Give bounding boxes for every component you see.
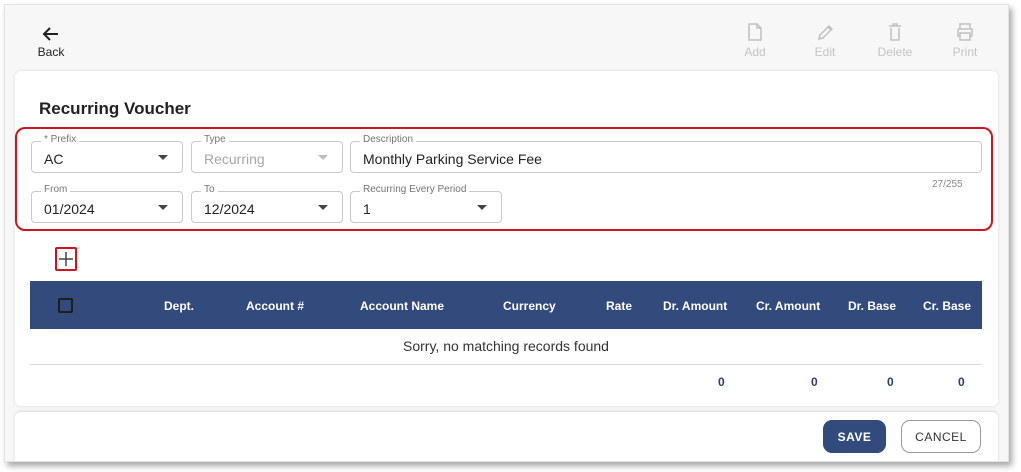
to-value: 12/2024 (204, 201, 255, 217)
recurring-period-label: Recurring Every Period (360, 184, 470, 196)
app-window: Back Add Edit Delete Print Recurring Vou… (4, 4, 1009, 462)
total-cr-base: 0 (958, 375, 965, 389)
total-cr-amount: 0 (811, 375, 818, 389)
description-value: Monthly Parking Service Fee (363, 151, 542, 167)
from-value: 01/2024 (44, 201, 95, 217)
back-button[interactable]: Back (33, 25, 69, 59)
top-toolbar: Back Add Edit Delete Print (5, 5, 1008, 71)
type-value: Recurring (204, 151, 265, 167)
column-header-rate[interactable]: Rate (606, 299, 632, 313)
chevron-down-icon (318, 205, 328, 210)
print-label: Print (952, 45, 978, 59)
delete-label: Delete (877, 45, 913, 59)
delete-button[interactable]: Delete (873, 23, 917, 59)
column-header-cr-amount[interactable]: Cr. Amount (756, 299, 820, 313)
prefix-select[interactable]: * Prefix AC (31, 134, 183, 173)
description-field[interactable]: Description Monthly Parking Service Fee (350, 134, 982, 173)
file-icon (748, 23, 762, 41)
table-header: Dept. Account # Account Name Currency Ra… (30, 281, 982, 329)
edit-button[interactable]: Edit (803, 23, 847, 59)
prefix-label: * Prefix (41, 134, 80, 146)
from-label: From (41, 184, 71, 196)
voucher-card: Recurring Voucher * Prefix AC Type Recur… (15, 71, 998, 406)
prefix-value: AC (44, 151, 64, 167)
chevron-down-icon (158, 155, 168, 160)
total-dr-amount: 0 (718, 375, 725, 389)
total-dr-base: 0 (887, 375, 894, 389)
form-highlight-box: * Prefix AC Type Recurring Description M… (15, 127, 993, 231)
to-label: To (201, 184, 218, 196)
plus-icon (59, 252, 73, 266)
add-button[interactable]: Add (733, 23, 777, 59)
to-select[interactable]: To 12/2024 (191, 184, 343, 223)
type-select: Type Recurring (191, 134, 343, 173)
type-label: Type (201, 134, 229, 146)
chevron-down-icon (477, 205, 487, 210)
back-label: Back (37, 45, 65, 59)
from-select[interactable]: From 01/2024 (31, 184, 183, 223)
select-all-checkbox[interactable] (58, 298, 73, 313)
column-header-currency[interactable]: Currency (503, 299, 556, 313)
column-header-dept[interactable]: Dept. (164, 299, 194, 313)
chevron-down-icon (318, 155, 328, 160)
add-row-button[interactable] (55, 247, 77, 271)
printer-icon (957, 23, 973, 41)
cancel-button[interactable]: CANCEL (901, 420, 981, 453)
add-label: Add (744, 45, 766, 59)
edit-label: Edit (814, 45, 836, 59)
column-header-dr-amount[interactable]: Dr. Amount (663, 299, 727, 313)
chevron-down-icon (158, 205, 168, 210)
pencil-icon (817, 24, 833, 41)
trash-icon (889, 23, 901, 41)
column-header-dr-base[interactable]: Dr. Base (848, 299, 896, 313)
save-button[interactable]: SAVE (823, 420, 886, 453)
arrow-left-icon (33, 25, 69, 43)
column-header-account-name[interactable]: Account Name (360, 299, 444, 313)
empty-table-message: Sorry, no matching records found (403, 338, 609, 354)
table-divider (30, 364, 982, 365)
recurring-period-value: 1 (363, 201, 371, 217)
description-char-counter: 27/255 (932, 179, 963, 190)
description-label: Description (360, 134, 417, 146)
column-header-cr-base[interactable]: Cr. Base (923, 299, 971, 313)
print-button[interactable]: Print (943, 23, 987, 59)
page-title: Recurring Voucher (39, 99, 191, 118)
column-header-account-number[interactable]: Account # (246, 299, 304, 313)
footer-bar: SAVE CANCEL (15, 411, 998, 461)
recurring-period-select[interactable]: Recurring Every Period 1 (350, 184, 502, 223)
